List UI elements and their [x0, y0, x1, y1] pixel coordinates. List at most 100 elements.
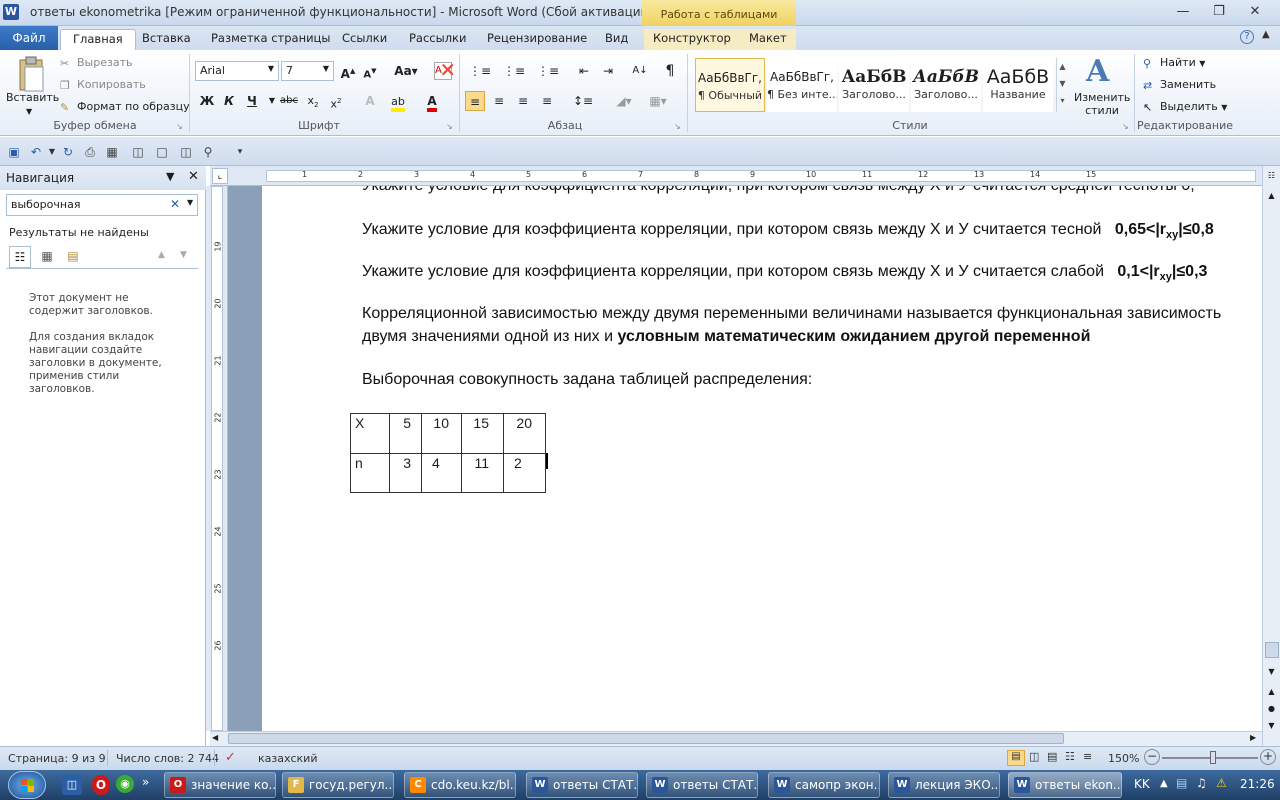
change-styles-icon[interactable]: A: [1086, 54, 1109, 89]
print-preview-icon[interactable]: ⚲: [200, 144, 216, 160]
table-icon[interactable]: ▦: [104, 144, 120, 160]
decrease-indent-icon[interactable]: ⇤: [574, 61, 594, 81]
clipboard-launcher-icon[interactable]: ↘: [176, 122, 183, 131]
tab-references[interactable]: Ссылки: [333, 29, 396, 50]
tab-view[interactable]: Вид: [596, 29, 637, 50]
zoom-out-icon[interactable]: −: [1144, 749, 1160, 765]
justify-icon[interactable]: ≡: [537, 91, 557, 111]
table-cell[interactable]: 2: [503, 453, 546, 493]
taskbar-item[interactable]: Wответы СТАТ...: [646, 772, 758, 798]
customize-qat-icon[interactable]: ▾: [232, 144, 248, 160]
replace-button[interactable]: ⇄ Заменить: [1143, 78, 1216, 92]
print-icon[interactable]: ⎙: [82, 144, 98, 160]
scroll-left-icon[interactable]: ◀: [212, 733, 218, 742]
table-cell[interactable]: 11: [461, 453, 504, 493]
underline-icon[interactable]: Ч: [242, 91, 262, 111]
tab-home[interactable]: Главная: [60, 29, 136, 50]
strikethrough-icon[interactable]: abc: [279, 91, 299, 111]
close-button[interactable]: ✕: [1244, 4, 1266, 20]
input-language[interactable]: KK: [1134, 777, 1150, 791]
text-effects-icon[interactable]: A: [360, 91, 380, 111]
table-cell[interactable]: 10: [421, 413, 462, 454]
bold-icon[interactable]: Ж: [197, 91, 217, 111]
nav-tab-results-icon[interactable]: ▤: [61, 246, 85, 268]
nav-tab-pages-icon[interactable]: ▦: [35, 246, 59, 268]
prev-page-icon[interactable]: ▲: [1264, 684, 1279, 699]
style-heading-2[interactable]: АаБбВ Заголово...: [911, 58, 981, 112]
scroll-down-icon[interactable]: ▼: [1264, 664, 1279, 679]
language-indicator[interactable]: казахский: [258, 752, 317, 765]
table-cell[interactable]: 3: [389, 453, 422, 493]
shading-icon[interactable]: ◢▾: [610, 91, 638, 111]
font-color-icon[interactable]: A: [422, 91, 442, 112]
help-icon[interactable]: ?: [1240, 30, 1254, 44]
font-launcher-icon[interactable]: ↘: [446, 122, 453, 131]
clear-search-icon[interactable]: ✕: [170, 197, 180, 211]
collapse-ribbon-icon[interactable]: ▲: [1262, 29, 1270, 40]
zoom-slider-thumb[interactable]: [1210, 751, 1216, 764]
distribution-table[interactable]: X 5 10 15 20 n 3 4 11 2: [350, 413, 546, 493]
select-button[interactable]: ↖ Выделить ▼: [1143, 100, 1227, 114]
table-cell[interactable]: 15: [461, 413, 504, 454]
highlight-icon[interactable]: ab: [388, 91, 408, 112]
font-family-combo[interactable]: Arial ▼: [195, 61, 279, 81]
tab-design[interactable]: Конструктор: [644, 29, 740, 50]
borders-icon[interactable]: ▦▾: [644, 91, 672, 111]
nav-search-input[interactable]: выборочная ✕ ▼: [6, 194, 198, 216]
align-left-icon[interactable]: ≡: [465, 91, 485, 111]
font-size-combo[interactable]: 7 ▼: [281, 61, 334, 81]
style-no-spacing[interactable]: АаБбВвГг, ¶ Без инте...: [767, 58, 837, 112]
table-cell[interactable]: 20: [503, 413, 546, 454]
vertical-ruler[interactable]: 19 20 21 22 23 24 25 26: [206, 186, 228, 731]
nav-options-icon[interactable]: ▼: [166, 170, 174, 183]
tab-layout[interactable]: Макет: [740, 29, 796, 50]
shrink-font-icon[interactable]: A▼: [360, 61, 380, 81]
page-count[interactable]: Страница: 9 из 9: [8, 752, 106, 765]
taskbar-item[interactable]: Wлекция ЭКО...: [888, 772, 1000, 798]
horizontal-ruler[interactable]: ⌞ 1 2 3 4 5 6 7 8 9 10 11 12 13 14 15: [210, 166, 1262, 186]
taskbar-item[interactable]: Wответы СТАТ...: [526, 772, 638, 798]
h-scroll-thumb[interactable]: [228, 733, 1064, 744]
network-icon[interactable]: ▤: [1176, 776, 1192, 792]
paragraph-launcher-icon[interactable]: ↘: [674, 122, 681, 131]
tray-expand-icon[interactable]: ▲: [1160, 778, 1168, 789]
increase-indent-icon[interactable]: ⇥: [598, 61, 618, 81]
tab-insert[interactable]: Вставка: [133, 29, 200, 50]
vertical-scrollbar[interactable]: ☷ ▲ ▼ ▲ ● ▼: [1262, 166, 1280, 746]
redo-icon[interactable]: ↻: [60, 144, 76, 160]
zoom-in-icon[interactable]: +: [1260, 749, 1276, 765]
volume-icon[interactable]: ♫: [1196, 776, 1212, 792]
draw-table-icon[interactable]: □: [154, 144, 170, 160]
minimize-button[interactable]: —: [1172, 4, 1194, 20]
styles-scroll[interactable]: ▲ ▼ ▾: [1056, 58, 1068, 112]
nav-close-icon[interactable]: ✕: [188, 169, 199, 184]
scroll-thumb[interactable]: [1265, 642, 1279, 658]
undo-icon[interactable]: ↶: [28, 144, 44, 160]
paste-icon[interactable]: [12, 54, 48, 96]
styles-launcher-icon[interactable]: ↘: [1122, 122, 1129, 131]
next-page-icon[interactable]: ▼: [1264, 718, 1279, 733]
outline-icon[interactable]: ☷: [1065, 750, 1075, 763]
full-screen-icon[interactable]: ◫: [1029, 750, 1039, 763]
superscript-icon[interactable]: x2: [326, 91, 346, 111]
subscript-icon[interactable]: x2: [303, 91, 323, 111]
table-cell[interactable]: X: [350, 413, 390, 454]
taskbar-item-active[interactable]: Wответы ekon...: [1008, 772, 1122, 798]
zoom-level[interactable]: 150%: [1108, 752, 1139, 765]
copy-button[interactable]: ❐ Копировать: [60, 78, 146, 92]
save-icon[interactable]: ▣: [6, 144, 22, 160]
more-pinned-icon[interactable]: »: [142, 775, 149, 789]
align-center-icon[interactable]: ≡: [489, 91, 509, 111]
draft-icon[interactable]: ≡: [1083, 750, 1092, 763]
tab-review[interactable]: Рецензирование: [478, 29, 596, 50]
print-layout-icon[interactable]: ▤: [1007, 750, 1025, 766]
undo-dropdown-icon[interactable]: ▼: [44, 144, 60, 160]
notification-icon[interactable]: ⚠: [1216, 776, 1232, 792]
tab-file[interactable]: Файл: [0, 26, 58, 50]
proofing-icon[interactable]: ✓: [225, 750, 236, 765]
line-spacing-icon[interactable]: ↕≡: [569, 91, 597, 111]
bullets-icon[interactable]: ⋮≡: [466, 61, 494, 81]
change-case-icon[interactable]: Aa▾: [393, 61, 419, 81]
style-title[interactable]: АаБбВ Название: [983, 58, 1053, 112]
tab-page-layout[interactable]: Разметка страницы: [202, 29, 339, 50]
